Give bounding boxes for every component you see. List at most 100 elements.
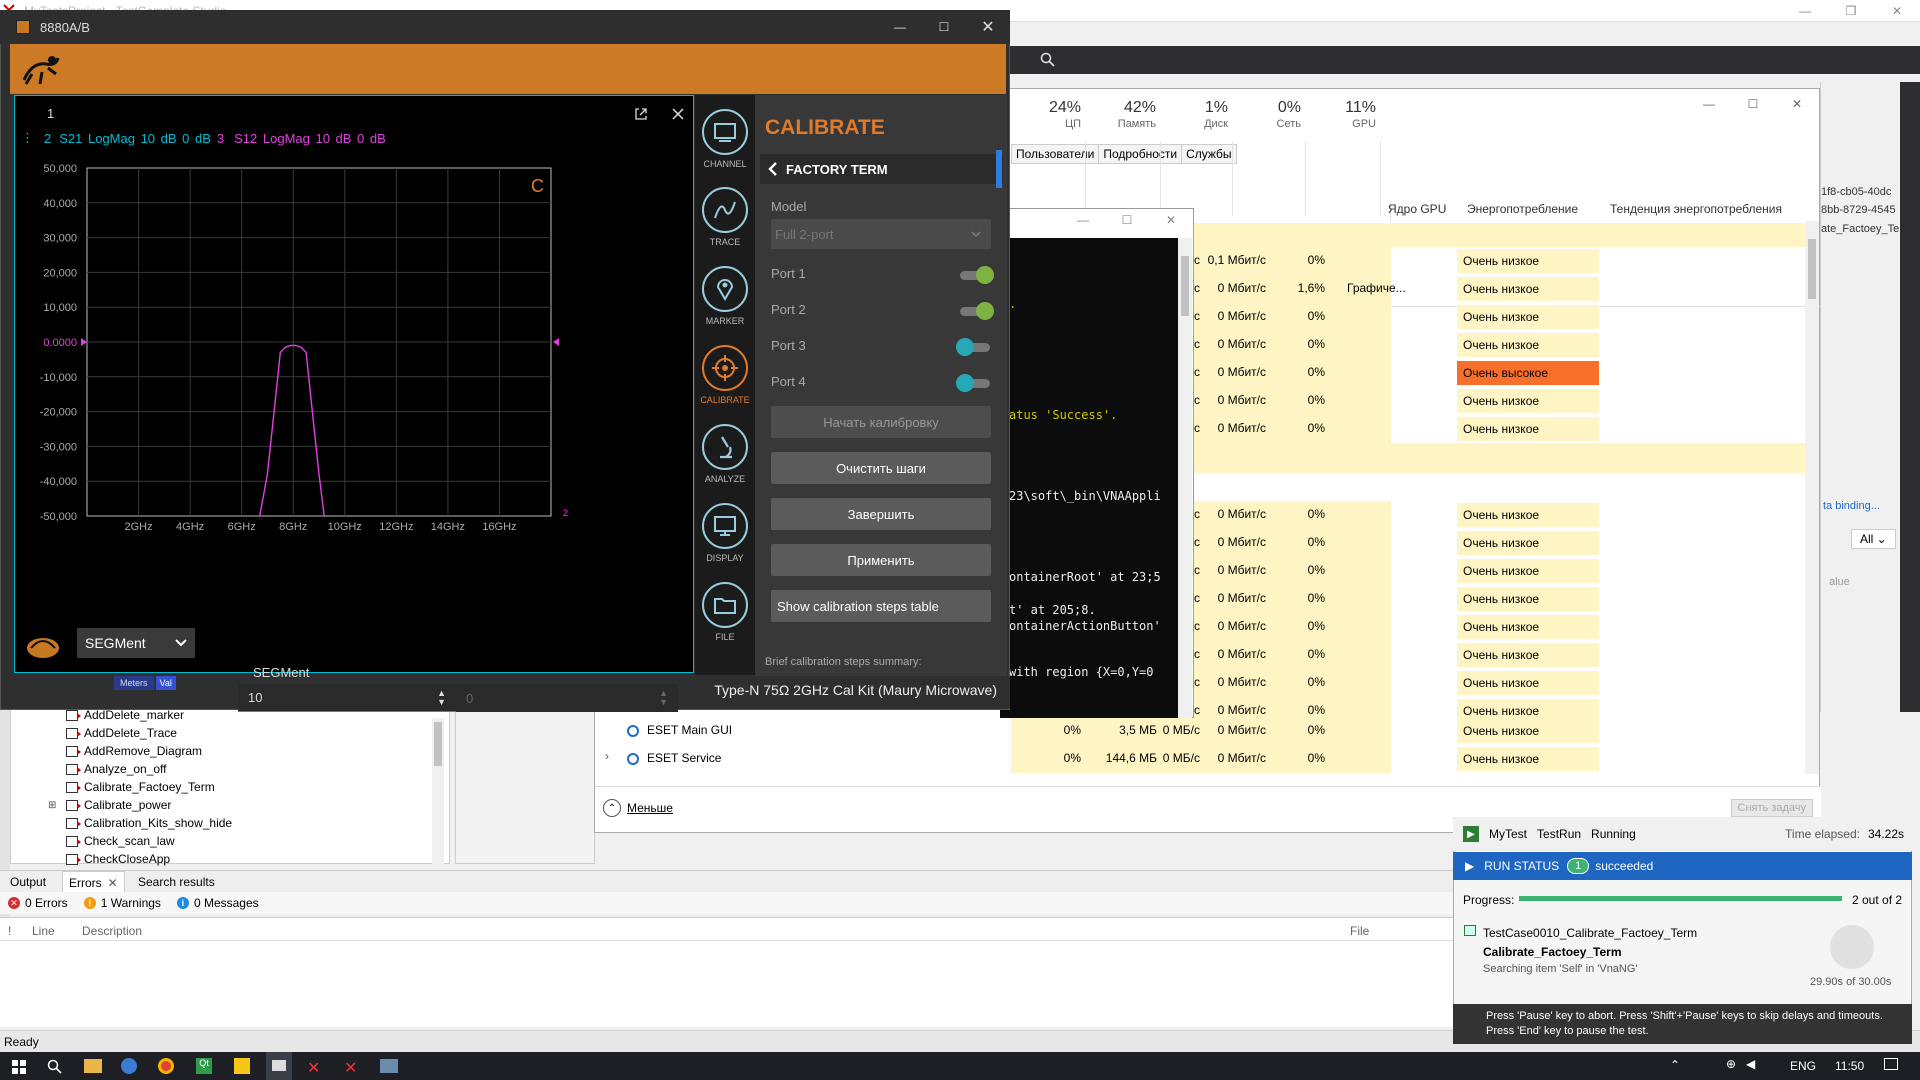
segment-value-input[interactable]: 10 ▲ ▼ [238, 684, 456, 712]
taskmgr-scroll-thumb[interactable] [1808, 239, 1816, 299]
close-icon[interactable]: ✕ [1874, 0, 1920, 22]
col-description[interactable]: Description [82, 924, 142, 938]
start-calibration-button[interactable]: Начать калибровку [771, 406, 991, 438]
testexecute-icon[interactable]: ✕ [344, 1058, 357, 1078]
close-icon[interactable]: ✕ [1149, 213, 1193, 227]
s-parameter-chart[interactable]: 50,000 40,000 30,000 20,000 10,000 0.0000 -10,… [15, 156, 695, 626]
val-tab[interactable]: Val [155, 676, 176, 690]
popout-icon[interactable] [633, 106, 649, 122]
tree-scroll-thumb[interactable] [434, 722, 442, 766]
tree-item[interactable]: Analyze_on_off [66, 760, 167, 778]
close-icon[interactable]: ✕ [1775, 97, 1819, 111]
qt-icon[interactable]: Qt [196, 1058, 212, 1074]
minimize-icon[interactable]: — [1782, 0, 1828, 22]
tree-item[interactable]: Calibrate_power ⊞ [48, 796, 171, 814]
port-toggle[interactable] [956, 266, 994, 284]
testcomplete-icon[interactable]: ✕ [307, 1058, 320, 1078]
tree-item[interactable]: Check_scan_law [66, 832, 175, 850]
tree-item[interactable]: AddRemove_Diagram [66, 742, 202, 760]
show-steps-table-button[interactable]: Show calibration steps table [771, 590, 991, 622]
filter-select[interactable]: All ⌄ [1851, 529, 1896, 549]
port-toggle[interactable] [956, 338, 994, 356]
port-toggle[interactable] [956, 374, 994, 392]
taskmgr-col-header[interactable]: 42% Память [1094, 89, 1156, 219]
col-energy[interactable]: Энергопотребление [1467, 202, 1578, 216]
apply-button[interactable]: Применить [771, 544, 991, 576]
browser-icon[interactable] [121, 1058, 137, 1074]
tab-output[interactable]: Output [4, 871, 52, 893]
segment-dropdown[interactable]: SEGMent [77, 628, 195, 658]
tree-item[interactable]: CheckCloseApp [66, 850, 170, 868]
end-task-button[interactable]: Снять задачу [1730, 799, 1813, 817]
warnings-filter[interactable]: ! 1 Warnings [83, 896, 161, 910]
close-tab-icon[interactable]: ✕ [108, 876, 118, 890]
sidebar-display[interactable]: DISPLAY [695, 499, 755, 577]
messages-filter[interactable]: i 0 Messages [176, 896, 259, 910]
network-icon[interactable]: ⊕ [1726, 1057, 1736, 1071]
taskmgr-col-header[interactable]: 11% GPU [1314, 89, 1376, 219]
sidebar-marker[interactable]: MARKER [695, 262, 755, 340]
maximize-icon[interactable]: ☐ [922, 20, 966, 34]
app-icon[interactable] [380, 1059, 398, 1073]
tray-chevron-icon[interactable]: ⌃ [1670, 1058, 1680, 1072]
windows-start-icon[interactable] [12, 1060, 26, 1074]
run-status-bar[interactable]: ▶ RUN STATUS 1 succeeded [1453, 852, 1912, 880]
process-row[interactable]: › ESET Service 0% 144,6 МБ 0 МБ/с 0 Мбит/с 0% О… [595, 745, 1805, 773]
restore-icon[interactable]: ❐ [1828, 0, 1874, 22]
minimize-icon[interactable]: — [878, 20, 922, 34]
file-explorer-icon[interactable] [84, 1059, 102, 1073]
trace3-desc[interactable]: S12 LogMag 10 dB 0 dB [234, 131, 386, 146]
col-gpu-engine[interactable]: Ядро GPU [1388, 202, 1446, 216]
finish-button[interactable]: Завершить [771, 498, 991, 530]
minimize-icon[interactable]: — [1061, 213, 1105, 227]
tree-item[interactable]: Calibration_Kits_show_hide [66, 814, 232, 832]
less-details-button[interactable]: ⌃ Меньше [603, 799, 673, 817]
factory-term-back-button[interactable]: FACTORY TERM [760, 154, 1003, 184]
col-file[interactable]: File [1350, 924, 1369, 938]
trace2-number[interactable]: 2 [44, 131, 51, 146]
minimize-icon[interactable]: — [1687, 97, 1731, 111]
trace3-number[interactable]: 3 [217, 131, 224, 146]
meters-tab[interactable]: Meters [114, 676, 154, 690]
language-indicator[interactable]: ENG [1790, 1059, 1816, 1073]
col-line[interactable]: Line [32, 924, 55, 938]
close-chart-icon[interactable] [671, 107, 685, 121]
sidebar-trace[interactable]: TRACE [695, 183, 755, 261]
taskmgr-col-header[interactable]: 1% Диск [1166, 89, 1228, 219]
errors-filter[interactable]: ✕ 0 Errors [8, 896, 68, 910]
sidebar-calibrate[interactable]: CALIBRATE [695, 341, 755, 419]
clock[interactable]: 11:50 [1835, 1059, 1864, 1073]
taskmgr-scrollbar[interactable] [1805, 221, 1819, 774]
segment-value2-input[interactable]: 0 ▲ ▼ [456, 684, 678, 712]
model-select[interactable]: Full 2-port [771, 219, 991, 249]
sidebar-channel[interactable]: CHANNEL [695, 105, 755, 183]
close-icon[interactable]: ✕ [966, 17, 1010, 37]
console-scroll-thumb[interactable] [1181, 256, 1189, 316]
spinner2-icon[interactable]: ▲ ▼ [659, 689, 668, 707]
sidebar-analyze[interactable]: ANALYZE [695, 420, 755, 498]
volume-icon[interactable]: ◀ [1746, 1057, 1755, 1071]
maximize-icon[interactable]: ☐ [1731, 97, 1775, 111]
taskmgr-col-header[interactable]: 0% Сеть [1239, 89, 1301, 219]
trace2-desc[interactable]: S21 LogMag 10 dB 0 dB [59, 131, 211, 146]
search-icon[interactable] [1040, 52, 1056, 68]
tree-item[interactable]: Calibrate_Factoey_Term [66, 778, 215, 796]
tab-errors[interactable]: Errors ✕ [62, 871, 125, 893]
expand-icon[interactable]: ⊞ [48, 800, 56, 811]
vna-taskbar-icon[interactable] [266, 1052, 292, 1080]
tree-item[interactable]: AddDelete_Trace [66, 724, 177, 742]
expand-icon[interactable]: › [605, 749, 609, 763]
process-row[interactable]: ESET Main GUI 0% 3,5 МБ 0 МБ/с 0 Мбит/с 0% Оче… [595, 717, 1805, 745]
notifications-icon[interactable] [1884, 1058, 1898, 1070]
cal-scroll-indicator[interactable] [996, 150, 1002, 188]
clear-steps-button[interactable]: Очистить шаги [771, 452, 991, 484]
sidebar-file[interactable]: FILE [695, 578, 755, 656]
notes-icon[interactable] [234, 1058, 250, 1074]
col-flag[interactable]: ! [8, 924, 11, 938]
maximize-icon[interactable]: ☐ [1105, 213, 1149, 227]
port-toggle[interactable] [956, 302, 994, 320]
tab-search-results[interactable]: Search results [132, 871, 221, 893]
chrome-icon[interactable] [158, 1058, 174, 1074]
data-binding-link[interactable]: ta binding... [1823, 500, 1880, 512]
spinner-icon[interactable]: ▲ ▼ [437, 688, 446, 707]
